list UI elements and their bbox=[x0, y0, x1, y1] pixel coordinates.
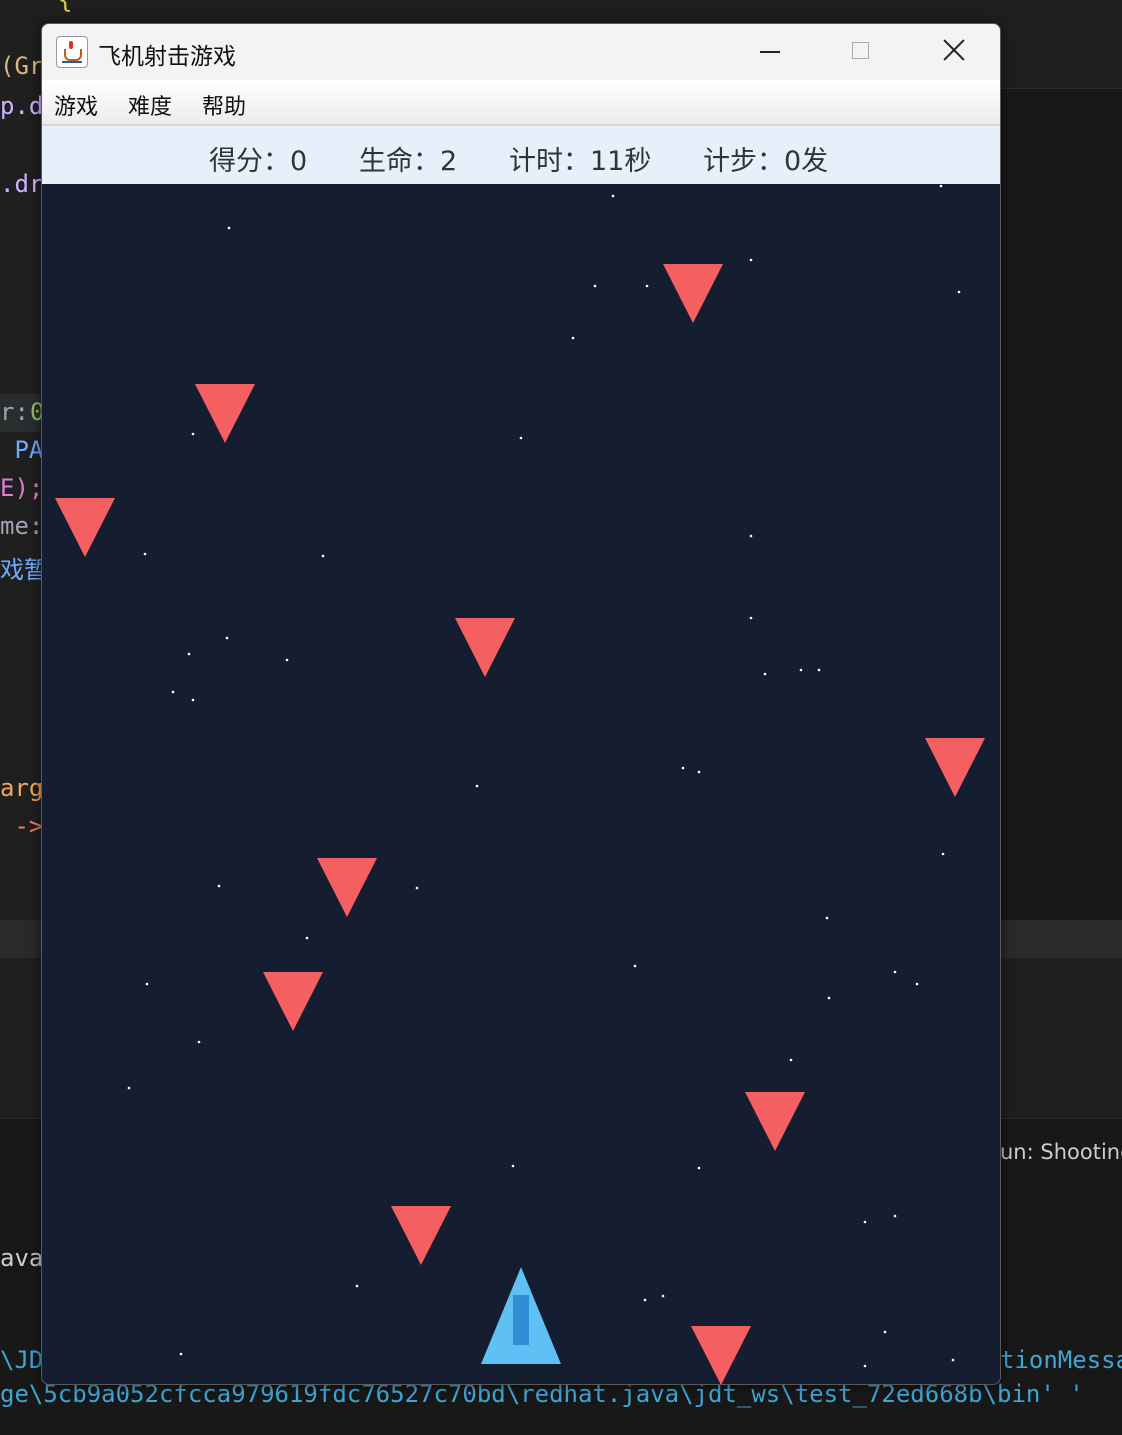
enemy-plane bbox=[263, 972, 323, 1031]
enemy-plane bbox=[745, 1092, 805, 1151]
code-fragment: PA bbox=[0, 436, 44, 464]
star bbox=[939, 184, 943, 188]
window-title: 飞机射击游戏 bbox=[98, 44, 236, 70]
star bbox=[191, 432, 195, 436]
star bbox=[355, 1284, 359, 1288]
enemy-plane bbox=[925, 738, 985, 797]
enemy-plane bbox=[391, 1206, 451, 1265]
star bbox=[763, 672, 767, 676]
star bbox=[171, 690, 175, 694]
code-fragment: me: bbox=[0, 512, 44, 540]
star bbox=[197, 1040, 201, 1044]
star bbox=[893, 1214, 897, 1218]
shots-label: 计步：0发 bbox=[703, 146, 829, 177]
star bbox=[957, 290, 961, 294]
enemy-plane bbox=[663, 264, 723, 323]
enemy-plane bbox=[691, 1326, 751, 1384]
menu-difficulty[interactable]: 难度 bbox=[128, 89, 172, 121]
starfield bbox=[127, 184, 961, 1368]
star bbox=[225, 636, 229, 640]
lives-label: 生命：2 bbox=[359, 146, 458, 177]
score-label: 得分：0 bbox=[209, 146, 308, 177]
star bbox=[415, 886, 419, 890]
star bbox=[611, 194, 615, 198]
star bbox=[749, 616, 753, 620]
star bbox=[475, 784, 479, 788]
code-fragment: E); bbox=[0, 474, 44, 502]
star bbox=[749, 534, 753, 538]
star bbox=[217, 884, 221, 888]
player-ship bbox=[481, 1267, 561, 1364]
star bbox=[127, 1086, 131, 1090]
star bbox=[633, 964, 637, 968]
code-fragment: p.d bbox=[0, 92, 44, 120]
star bbox=[941, 852, 945, 856]
star bbox=[179, 1352, 183, 1356]
minimize-icon bbox=[760, 51, 780, 53]
star bbox=[143, 552, 147, 556]
status-bar: 得分：0 生命：2 计时：11秒 计步：0发 bbox=[42, 126, 1000, 184]
code-fragment: arg bbox=[0, 774, 44, 802]
enemy-plane bbox=[317, 858, 377, 917]
code-fragment: (Gr bbox=[0, 52, 44, 80]
star bbox=[571, 336, 575, 340]
terminal-text: tionMessa bbox=[1000, 1346, 1122, 1374]
star bbox=[893, 970, 897, 974]
star bbox=[915, 982, 919, 986]
star bbox=[827, 996, 831, 1000]
star bbox=[191, 698, 195, 702]
star bbox=[825, 916, 829, 920]
code-fragment: -> bbox=[0, 812, 44, 840]
menu-bar: 游戏 难度 帮助 bbox=[42, 80, 1000, 126]
star bbox=[145, 982, 149, 986]
editor-gutter-right bbox=[1000, 88, 1122, 921]
close-icon bbox=[940, 36, 968, 64]
enemy-plane bbox=[195, 384, 255, 443]
star bbox=[645, 284, 649, 288]
code-fragment: r: bbox=[0, 398, 29, 426]
enemy-group bbox=[55, 264, 985, 1384]
enemy-plane bbox=[455, 618, 515, 677]
game-playfield[interactable] bbox=[42, 184, 1000, 1384]
star bbox=[789, 1058, 793, 1062]
code-fragment: { bbox=[58, 0, 73, 14]
star bbox=[951, 1358, 955, 1362]
star bbox=[643, 1298, 647, 1302]
star bbox=[863, 1364, 867, 1368]
star bbox=[519, 436, 523, 440]
star bbox=[883, 1330, 887, 1334]
maximize-icon bbox=[852, 42, 869, 59]
run-config-label[interactable]: un: Shooting( bbox=[1000, 1140, 1122, 1164]
star bbox=[285, 658, 289, 662]
game-canvas[interactable] bbox=[42, 184, 1000, 1384]
terminal-text: \JD bbox=[0, 1346, 44, 1374]
terminal-text: ava bbox=[0, 1244, 44, 1272]
star bbox=[863, 1220, 867, 1224]
star bbox=[697, 770, 701, 774]
star bbox=[799, 668, 803, 672]
player-ship-cockpit bbox=[513, 1295, 529, 1345]
maximize-button[interactable] bbox=[816, 24, 908, 80]
star bbox=[187, 652, 191, 656]
star bbox=[305, 936, 309, 940]
code-fragment: .dr bbox=[0, 170, 44, 198]
enemy-plane bbox=[55, 498, 115, 557]
star bbox=[593, 284, 597, 288]
star bbox=[749, 258, 753, 262]
star bbox=[511, 1164, 515, 1168]
title-bar[interactable]: 飞机射击游戏 bbox=[42, 24, 1000, 80]
star bbox=[817, 668, 821, 672]
game-window: 飞机射击游戏 游戏 难度 帮助 得分：0 生命：2 计时：11秒 计步：0发 bbox=[41, 23, 1001, 1385]
menu-game[interactable]: 游戏 bbox=[54, 89, 98, 121]
timer-label: 计时：11秒 bbox=[509, 146, 652, 177]
star bbox=[697, 1166, 701, 1170]
minimize-button[interactable] bbox=[724, 24, 816, 80]
menu-help[interactable]: 帮助 bbox=[202, 89, 246, 121]
java-icon bbox=[56, 36, 88, 68]
close-button[interactable] bbox=[908, 24, 1000, 80]
star bbox=[227, 226, 231, 230]
star bbox=[681, 766, 685, 770]
star bbox=[661, 1294, 665, 1298]
star bbox=[321, 554, 325, 558]
